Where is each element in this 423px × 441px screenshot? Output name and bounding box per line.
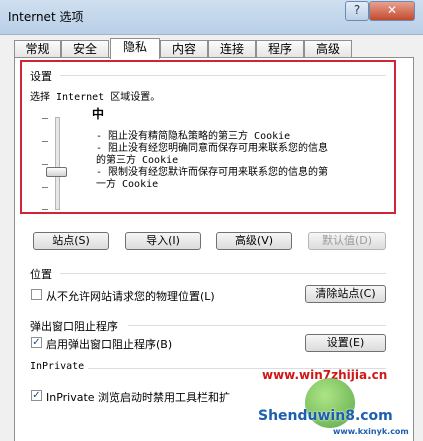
watermark-brand: Shenduwin8.com [258,408,393,424]
location-checkbox[interactable] [31,289,42,300]
zone-text: 选择 Internet 区域设置。 [30,92,161,103]
tab-general[interactable]: 常规 [14,40,61,58]
slider-tick [42,209,48,210]
tab-programs[interactable]: 程序 [256,40,304,58]
tab-connections[interactable]: 连接 [208,40,256,58]
tab-strip: 常规 安全 隐私 内容 连接 程序 高级 [14,38,354,59]
watermark-site2: www.kxinyk.com [333,427,409,436]
window-title: Internet 选项 [8,10,84,24]
tab-privacy[interactable]: 隐私 [110,38,160,59]
help-button[interactable]: ? [345,1,369,21]
slider-tick [42,187,48,188]
popup-checkbox[interactable]: ✓ [31,337,42,348]
inprivate-checkbox-label: InPrivate 浏览启动时禁用工具栏和扩 [46,391,231,404]
sites-button[interactable]: 站点(S) [33,232,109,250]
popup-settings-button[interactable]: 设置(E) [305,334,386,352]
tab-content[interactable]: 内容 [160,40,208,58]
popup-checkbox-label: 启用弹出窗口阻止程序(B) [46,338,173,351]
slider-tick [42,141,48,142]
advanced-button[interactable]: 高级(V) [216,232,292,250]
tab-security[interactable]: 安全 [61,40,109,58]
inprivate-group-label: InPrivate [30,361,85,372]
tab-advanced[interactable]: 高级 [304,40,352,58]
close-button[interactable]: ✕ [369,1,415,21]
location-checkbox-label: 从不允许网站请求您的物理位置(L) [46,290,215,303]
location-group-label: 位置 [30,268,52,281]
popup-group-label: 弹出窗口阻止程序 [30,320,118,333]
title-bar: Internet 选项 ? ✕ [0,0,423,35]
privacy-slider-thumb[interactable] [46,167,67,177]
location-separator [60,273,386,274]
import-button[interactable]: 导入(I) [125,232,201,250]
policy-line: 一方 Cookie [96,179,159,190]
privacy-level: 中 [92,107,105,121]
privacy-slider-track[interactable] [55,117,60,210]
clear-sites-button[interactable]: 清除站点(C) [305,285,386,303]
inprivate-checkbox[interactable]: ✓ [31,390,42,401]
popup-separator [128,325,386,326]
settings-separator [60,75,386,76]
slider-tick [42,118,48,119]
slider-tick [42,164,48,165]
default-button[interactable]: 默认值(D) [308,232,386,250]
settings-group-label: 设置 [30,70,52,83]
